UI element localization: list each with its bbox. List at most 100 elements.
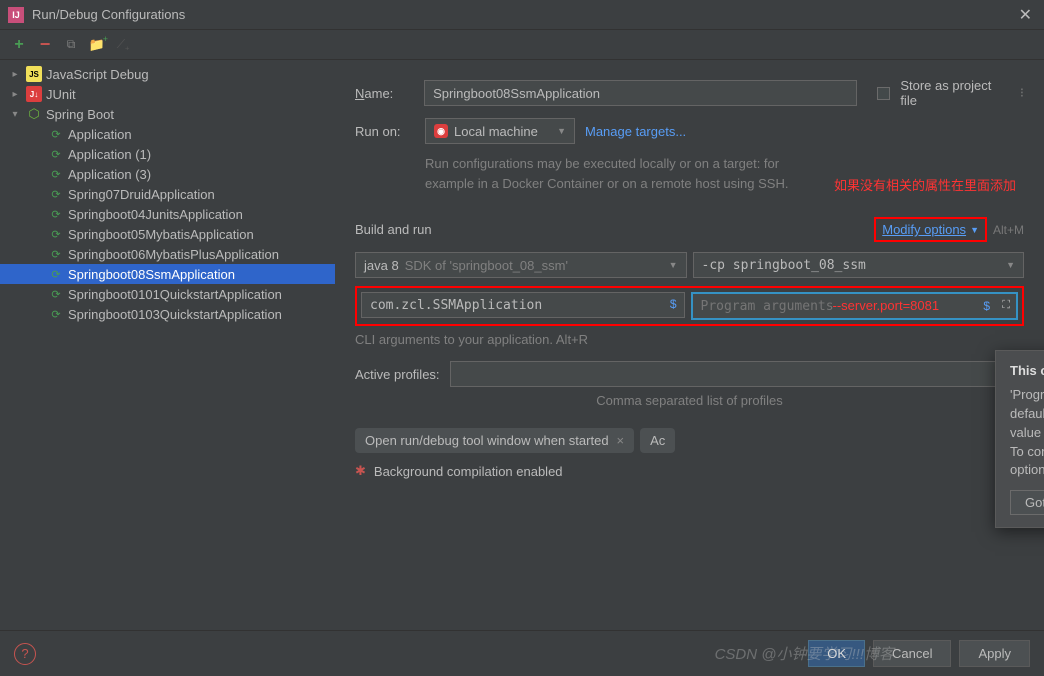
config-content: Name: Store as project file ⁝ Run on: ◉ … (335, 60, 1044, 630)
runon-value: Local machine (454, 124, 538, 139)
add-button[interactable]: + (10, 36, 28, 54)
chevron-down-icon: ▼ (1006, 260, 1015, 270)
tree-item-application-1[interactable]: Application (1) (0, 144, 335, 164)
chip-open-toolwindow: Open run/debug tool window when started … (355, 428, 634, 453)
new-folder-button[interactable]: 📁 (88, 36, 106, 54)
hidden-option-tooltip: This option will be hidden 'Program argu… (995, 350, 1044, 528)
build-run-title: Build and run (355, 222, 432, 237)
sdk-select[interactable]: java 8 SDK of 'springboot_08_ssm' ▼ (355, 252, 687, 278)
tree-item-springboot0101[interactable]: Springboot0101QuickstartApplication (0, 284, 335, 304)
modify-shortcut: Alt+M (993, 223, 1024, 237)
run-icon (48, 286, 64, 302)
help-button[interactable]: ? (14, 643, 36, 665)
name-label: Name: (355, 86, 414, 101)
bug-icon: ✱ (355, 463, 366, 479)
apply-button[interactable]: Apply (959, 640, 1030, 667)
run-icon (48, 246, 64, 262)
tree-js-debug[interactable]: ▸ JS JavaScript Debug (0, 64, 335, 84)
runon-hint: Run configurations may be executed local… (425, 154, 825, 193)
tree-label: Spring07DruidApplication (68, 187, 215, 202)
chevron-down-icon: ▼ (669, 260, 678, 270)
titlebar: IJ Run/Debug Configurations ✕ (0, 0, 1044, 30)
sdk-gray: SDK of 'springboot_08_ssm' (405, 258, 568, 273)
close-button[interactable]: ✕ (1015, 5, 1036, 25)
tree-label: Springboot04JunitsApplication (68, 207, 243, 222)
js-icon: JS (26, 66, 42, 82)
tree-label: Springboot0101QuickstartApplication (68, 287, 282, 302)
tree-item-springboot06[interactable]: Springboot06MybatisPlusApplication (0, 244, 335, 264)
profile-hint: Comma separated list of profiles (355, 393, 1024, 408)
wand-button[interactable]: ⟋₊ (114, 36, 132, 54)
runon-label: Run on: (355, 124, 415, 139)
run-icon (48, 126, 64, 142)
spring-icon: ⬡ (26, 106, 42, 122)
runon-select[interactable]: ◉ Local machine ▼ (425, 118, 575, 144)
watermark: CSDN @小钟要学习!!!博客 (715, 643, 894, 664)
tree-item-springboot05[interactable]: Springboot05MybatisApplication (0, 224, 335, 244)
modify-options-link[interactable]: Modify options ▼ (874, 217, 987, 242)
tree-spring-boot[interactable]: ▾ ⬡ Spring Boot (0, 104, 335, 124)
cp-value: -cp springboot_08_ssm (702, 258, 866, 273)
expand-icon[interactable]: ▸ (8, 89, 22, 100)
tree-label: JavaScript Debug (46, 67, 149, 82)
run-icon (48, 206, 64, 222)
copy-button[interactable]: ⧉ (62, 36, 80, 54)
tree-label: Application (3) (68, 167, 151, 182)
run-icon (48, 146, 64, 162)
bg-compile-label: Background compilation enabled (374, 464, 563, 479)
tree-item-springboot08[interactable]: Springboot08SsmApplication (0, 264, 335, 284)
name-input[interactable] (424, 80, 857, 106)
chevron-down-icon: ▼ (557, 126, 566, 136)
tree-item-springboot04[interactable]: Springboot04JunitsApplication (0, 204, 335, 224)
run-icon (48, 306, 64, 322)
collapse-icon[interactable]: ▾ (8, 109, 22, 120)
tree-label: Application (1) (68, 147, 151, 162)
chip-label: Open run/debug tool window when started (365, 433, 609, 448)
store-label: Store as project file (900, 78, 1010, 108)
junit-icon: J↓ (26, 86, 42, 102)
run-icon (48, 226, 64, 242)
tooltip-body: 'Program arguments' is currently set to … (1010, 386, 1044, 480)
chip-close-icon[interactable]: × (617, 433, 625, 448)
tree-label: JUnit (46, 87, 76, 102)
gotit-button[interactable]: Got It (1010, 490, 1044, 515)
tree-item-application-3[interactable]: Application (3) (0, 164, 335, 184)
program-args-wrapper: --server.port=8081 $ ⛶ (691, 292, 1019, 320)
tree-label: Springboot0103QuickstartApplication (68, 307, 282, 322)
tree-label: Springboot06MybatisPlusApplication (68, 247, 279, 262)
tree-junit[interactable]: ▸ J↓ JUnit (0, 84, 335, 104)
active-profiles-label: Active profiles: (355, 367, 440, 382)
remove-button[interactable]: − (36, 36, 54, 54)
chip-truncated: Ac (640, 428, 675, 453)
store-settings-icon[interactable]: ⁝ (1020, 85, 1024, 101)
sdk-label: java 8 (364, 258, 399, 273)
args-annotation: --server.port=8081 (833, 298, 940, 313)
tree-label: Application (68, 127, 132, 142)
tree-item-application[interactable]: Application (0, 124, 335, 144)
insert-macro-icon[interactable]: $ (983, 299, 990, 313)
cli-hint: CLI arguments to your application. Alt+R (355, 332, 1024, 347)
store-checkbox[interactable] (877, 87, 890, 100)
app-icon: IJ (8, 7, 24, 23)
tree-label: Springboot05MybatisApplication (68, 227, 254, 242)
manage-targets-link[interactable]: Manage targets... (585, 124, 686, 139)
run-icon (48, 166, 64, 182)
run-icon (48, 186, 64, 202)
insert-macro-icon[interactable]: $ (670, 297, 677, 311)
run-icon (48, 266, 64, 282)
main-class-input[interactable] (361, 292, 685, 318)
config-tree: ▸ JS JavaScript Debug ▸ J↓ JUnit ▾ ⬡ Spr… (0, 60, 335, 630)
classpath-select[interactable]: -cp springboot_08_ssm ▼ (693, 252, 1025, 278)
window-title: Run/Debug Configurations (32, 7, 1015, 22)
toolbar: + − ⧉ 📁 ⟋₊ (0, 30, 1044, 60)
tree-item-spring07[interactable]: Spring07DruidApplication (0, 184, 335, 204)
chip-label: Ac (650, 433, 665, 448)
active-profiles-input[interactable] (450, 361, 1024, 387)
expand-icon[interactable]: ⛶ (1002, 299, 1010, 312)
tree-item-springboot0103[interactable]: Springboot0103QuickstartApplication (0, 304, 335, 324)
tree-label: Spring Boot (46, 107, 114, 122)
tooltip-title: This option will be hidden (1010, 363, 1044, 378)
expand-icon[interactable]: ▸ (8, 69, 22, 80)
chevron-down-icon: ▼ (970, 225, 979, 235)
annotation-red-text: 如果没有相关的属性在里面添加 (834, 175, 1016, 194)
